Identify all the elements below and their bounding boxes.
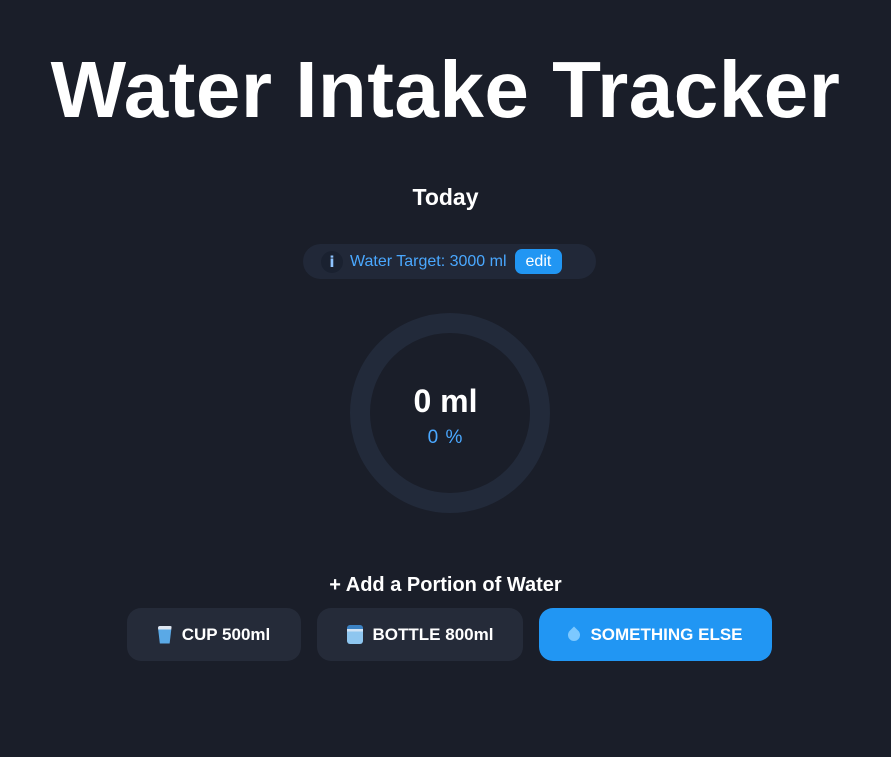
day-label: Today: [412, 184, 479, 210]
progress-amount: 0 ml: [413, 383, 478, 419]
something-else-button[interactable]: SOMETHING ELSE: [539, 608, 772, 661]
edit-target-button[interactable]: edit: [514, 249, 563, 274]
page-title: Water Intake Tracker: [50, 45, 841, 134]
app-root: Water Intake Tracker Today i Water Targe…: [0, 0, 891, 757]
cup-500ml-button[interactable]: CUP 500ml: [127, 608, 301, 661]
water-target-pill: i Water Target: 3000 ml edit: [303, 244, 596, 279]
bottle-button-label: BOTTLE 800ml: [372, 624, 494, 644]
droplet-icon: [565, 626, 583, 643]
add-portion-heading: + Add a Portion of Water: [329, 574, 562, 596]
info-icon: i: [321, 250, 343, 273]
something-else-button-label: SOMETHING ELSE: [590, 624, 743, 644]
cup-button-label: CUP 500ml: [181, 624, 271, 644]
water-target-text: Water Target: 3000 ml: [350, 252, 507, 270]
cup-icon: [157, 625, 172, 644]
bottle-icon: [346, 625, 363, 644]
bottle-800ml-button[interactable]: BOTTLE 800ml: [317, 608, 523, 661]
progress-percent: 0 %: [427, 427, 464, 448]
